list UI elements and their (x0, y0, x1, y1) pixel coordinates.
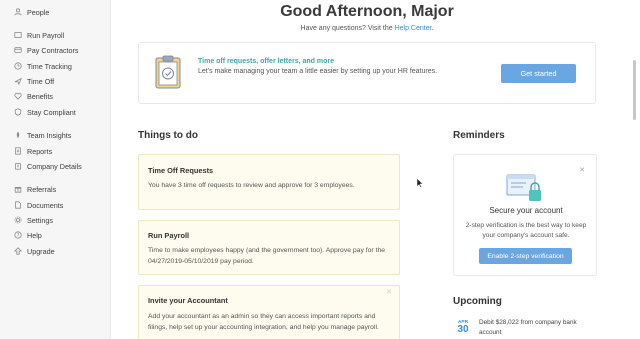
todo-card-title: Invite your Accountant (148, 296, 228, 305)
sidebar-item-label: Run Payroll (27, 30, 65, 40)
sidebar-item-referrals[interactable]: Referrals (13, 182, 56, 196)
help-icon: ? (13, 231, 22, 240)
sidebar-item-label: Settings (27, 215, 53, 225)
sidebar-item-benefits[interactable]: Benefits (13, 89, 53, 103)
help-prompt-suffix: . (431, 25, 434, 32)
todo-card-body: Add your accountant as an admin so they … (148, 313, 379, 331)
hr-banner-title: Time off requests, offer letters, and mo… (198, 58, 335, 65)
main-content: Good Afternoon, Major Have any questions… (111, 0, 640, 339)
sidebar-item-time-off[interactable]: Time Off (13, 74, 54, 88)
sidebar-item-label: Pay Contractors (27, 45, 79, 55)
sidebar-item-label: Company Details (27, 161, 82, 171)
clock-icon (13, 62, 22, 71)
sidebar: People Run Payroll Pay Contractors Time … (0, 0, 111, 339)
gift-icon (13, 185, 22, 194)
sidebar-item-label: Reports (27, 146, 53, 156)
sidebar-item-company-details[interactable]: Company Details (13, 159, 82, 173)
todo-card-body: You have 3 time off requests to review a… (148, 182, 355, 189)
todo-card-run-payroll[interactable]: Run Payroll Time to make employees happy… (138, 220, 400, 275)
reminder-title: Secure your account (489, 206, 563, 215)
reminders-heading: Reminders (453, 130, 505, 141)
sidebar-item-help[interactable]: ? Help (13, 228, 42, 242)
close-icon[interactable]: ✕ (386, 288, 392, 296)
sidebar-item-documents[interactable]: Documents (13, 198, 63, 212)
reports-icon (13, 147, 22, 156)
sidebar-item-label: Benefits (27, 91, 53, 101)
people-icon (13, 8, 22, 17)
sidebar-item-upgrade[interactable]: Upgrade (13, 244, 55, 258)
todo-card-invite-accountant[interactable]: ✕ Invite your Accountant Add your accoun… (138, 285, 400, 339)
upcoming-date-badge: APR 30 (453, 320, 473, 335)
upcoming-day: 30 (457, 324, 469, 335)
sidebar-item-label: Documents (27, 200, 64, 210)
help-prompt: Have any questions? Visit the Help Cente… (111, 25, 623, 32)
todo-card-body: Time to make employees happy (and the go… (148, 247, 386, 265)
sidebar-item-settings[interactable]: Settings (13, 213, 53, 227)
gear-icon (13, 216, 22, 225)
help-prompt-text: Have any questions? Visit the (300, 25, 395, 32)
todo-card-title: Time Off Requests (148, 166, 214, 175)
reminder-card-secure-account: ✕ Secure your account 2-step verificatio… (453, 154, 597, 276)
sidebar-item-label: Referrals (27, 184, 57, 194)
sidebar-item-label: Upgrade (27, 246, 55, 256)
plane-icon (13, 77, 22, 86)
sidebar-item-reports[interactable]: Reports (13, 144, 52, 158)
sidebar-item-label: People (27, 7, 50, 17)
things-to-do-heading: Things to do (138, 130, 198, 141)
document-icon (13, 201, 22, 210)
hr-banner-subtitle: Let's make managing your team a little e… (198, 68, 438, 75)
hr-features-banner: Time off requests, offer letters, and mo… (138, 42, 596, 104)
sidebar-item-stay-compliant[interactable]: Stay Compliant (13, 105, 76, 119)
enable-2-step-button[interactable]: Enable 2-step verification (479, 248, 572, 264)
sidebar-item-people[interactable]: People (13, 5, 49, 19)
sidebar-item-label: Team Insights (27, 130, 72, 140)
sidebar-item-label: Help (27, 230, 42, 240)
mouse-cursor-icon (416, 178, 424, 188)
insights-icon (13, 131, 22, 140)
sidebar-item-team-insights[interactable]: Team Insights (13, 128, 71, 142)
close-icon[interactable]: ✕ (579, 166, 585, 174)
sidebar-item-label: Time Tracking (27, 61, 72, 71)
sidebar-item-run-payroll[interactable]: Run Payroll (13, 28, 64, 42)
todo-card-time-off[interactable]: Time Off Requests You have 3 time off re… (138, 154, 400, 210)
scrollbar[interactable] (633, 60, 636, 120)
get-started-button[interactable]: Get started (501, 64, 576, 83)
reminder-text: 2-step verification is the best way to k… (465, 222, 587, 239)
payroll-icon (13, 31, 22, 40)
todo-card-title: Run Payroll (148, 231, 190, 240)
clipboard-icon (155, 55, 181, 89)
heart-icon (13, 92, 22, 101)
sidebar-item-time-tracking[interactable]: Time Tracking (13, 59, 72, 73)
sidebar-item-label: Time Off (27, 76, 55, 86)
contractors-icon (13, 46, 22, 55)
help-center-link[interactable]: Help Center (395, 25, 432, 32)
page-title: Good Afternoon, Major (280, 3, 454, 20)
sidebar-item-label: Stay Compliant (27, 107, 76, 117)
sidebar-item-pay-contractors[interactable]: Pay Contractors (13, 43, 79, 57)
lock-browser-icon (506, 174, 541, 201)
company-icon (13, 162, 22, 171)
upgrade-icon (13, 247, 22, 256)
upcoming-item-text: Debit $28,022 from company bank account (479, 319, 577, 336)
shield-icon (13, 108, 22, 117)
upcoming-heading: Upcoming (453, 296, 502, 307)
